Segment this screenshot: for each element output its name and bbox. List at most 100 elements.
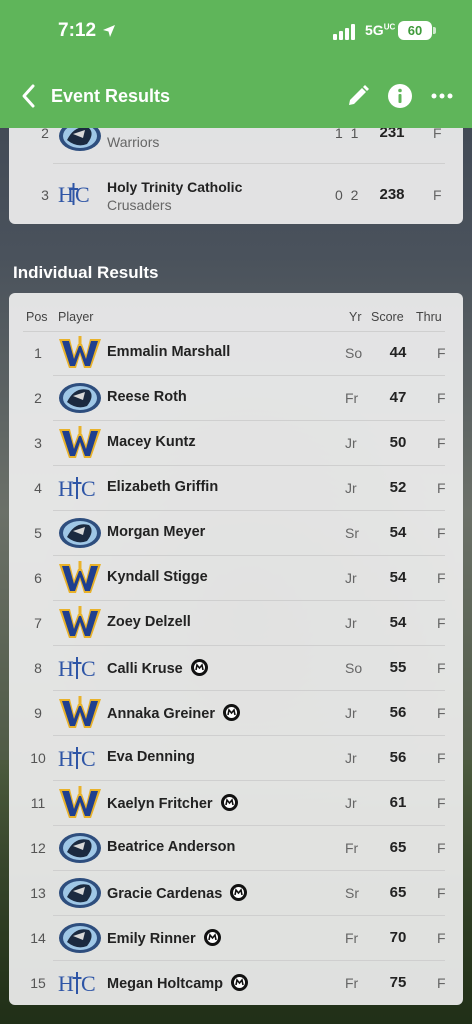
player-thru: F [437, 975, 446, 991]
player-row[interactable]: 14 Emily Rinner Fr 70 F [9, 916, 463, 961]
svg-text:C: C [81, 476, 96, 501]
player-score: 52 [389, 479, 407, 496]
player-thru: F [437, 930, 446, 946]
warriors-logo-icon [57, 380, 103, 416]
player-row[interactable]: 9 Annaka Greiner Jr 56 F [9, 691, 463, 736]
player-year: Jr [345, 435, 357, 451]
player-row[interactable]: 12 Beatrice Anderson Fr 65 F [9, 826, 463, 871]
team-mascot: Warriors [107, 134, 160, 150]
app-header: 7:12 5GUC 60 Event Results [0, 0, 472, 128]
player-year: Jr [345, 795, 357, 811]
player-name: Emmalin Marshall [107, 344, 231, 360]
player-name-cell: Annaka Greiner [107, 704, 240, 722]
player-row[interactable]: 5 Morgan Meyer Sr 54 F [9, 511, 463, 556]
player-name: Emily Rinner [107, 931, 196, 947]
w-logo-icon [57, 560, 103, 596]
milestone-badge-icon [203, 929, 221, 946]
player-row[interactable]: 15 H C Megan Holtcamp Fr 75 F [9, 961, 463, 1006]
player-score: 55 [389, 659, 407, 676]
player-name: Beatrice Anderson [107, 839, 236, 855]
team-mascot: Crusaders [107, 197, 172, 213]
status-bar: 7:12 5GUC 60 [0, 0, 472, 62]
cellular-signal-icon [333, 24, 355, 40]
individual-results-card: Pos Player Yr Score Thru 1 Emmalin Marsha… [9, 293, 463, 1005]
svg-text:H: H [58, 182, 74, 207]
col-head-thru: Thru [416, 310, 442, 324]
player-row[interactable]: 2 Reese Roth Fr 47 F [9, 376, 463, 421]
player-name-cell: Eva Denning [107, 749, 195, 765]
player-year: Fr [345, 930, 359, 946]
section-title: Individual Results [13, 263, 159, 282]
player-thru: F [437, 345, 446, 361]
player-year: Jr [345, 750, 357, 766]
htc-logo-icon: HC [57, 740, 103, 776]
row-divider [53, 163, 445, 164]
player-position: 15 [30, 975, 46, 991]
player-row[interactable]: 13 Gracie Cardenas Sr 65 F [9, 871, 463, 916]
player-score: 54 [389, 614, 407, 631]
player-row[interactable]: 11 Kaelyn Fritcher Jr 61 F [9, 781, 463, 826]
player-name: Elizabeth Griffin [107, 479, 219, 495]
player-name-cell: Emily Rinner [107, 929, 221, 947]
player-name: Reese Roth [107, 389, 187, 405]
player-position: 7 [34, 615, 42, 631]
team-row[interactable]: 3 H C Holy Trinity Catholic Crusaders 0 … [9, 170, 463, 218]
player-score: 50 [389, 434, 407, 451]
player-row[interactable]: 10 H C Eva Denning Jr 56 F [9, 736, 463, 781]
player-position: 8 [34, 660, 42, 676]
player-year: Fr [345, 840, 359, 856]
team-losses: 2 [350, 187, 359, 203]
info-icon[interactable] [388, 84, 412, 108]
team-score: 238 [379, 186, 405, 203]
player-year: So [345, 660, 363, 676]
htc-logo-icon: H C [58, 182, 90, 207]
svg-text:H: H [58, 971, 74, 996]
player-row[interactable]: 6 Kyndall Stigge Jr 54 F [9, 556, 463, 601]
player-thru: F [437, 795, 446, 811]
back-chevron-icon[interactable] [18, 82, 40, 110]
w-logo-icon [57, 425, 103, 461]
network-type: 5GUC [365, 22, 395, 38]
player-year: Sr [345, 885, 359, 901]
team-record: 0 2 [335, 187, 358, 203]
player-thru: F [437, 570, 446, 586]
player-name-cell: Beatrice Anderson [107, 839, 235, 855]
svg-text:H: H [58, 476, 74, 501]
player-row[interactable]: 3 Macey Kuntz Jr 50 F [9, 421, 463, 466]
team-position: 3 [41, 187, 49, 203]
warriors-logo-icon [57, 830, 103, 866]
player-thru: F [437, 390, 446, 406]
player-score: 47 [389, 389, 407, 406]
more-options-icon[interactable] [430, 88, 454, 104]
player-position: 3 [34, 435, 42, 451]
status-time: 7:12 [58, 20, 97, 41]
player-name: Gracie Cardenas [107, 886, 223, 902]
player-name: Morgan Meyer [107, 524, 206, 540]
milestone-badge-icon [230, 884, 248, 901]
player-name: Annaka Greiner [107, 706, 215, 722]
player-position: 2 [34, 390, 42, 406]
player-thru: F [437, 660, 446, 676]
player-row[interactable]: 1 Emmalin Marshall So 44 F [9, 331, 463, 376]
player-row[interactable]: 7 Zoey Delzell Jr 54 F [9, 601, 463, 646]
pencil-edit-icon[interactable] [346, 84, 370, 108]
player-name: Kaelyn Fritcher [107, 796, 213, 812]
player-name-cell: Macey Kuntz [107, 434, 196, 450]
player-row[interactable]: 4 H C Elizabeth Griffin Jr 52 F [9, 466, 463, 511]
htc-logo-icon: HC [57, 470, 103, 506]
player-row[interactable]: 8 H C Calli Kruse So 55 F [9, 646, 463, 691]
player-name: Zoey Delzell [107, 614, 191, 630]
nav-bar: Event Results [0, 72, 472, 120]
player-position: 12 [30, 840, 46, 856]
svg-text:C: C [75, 182, 90, 207]
w-logo-icon [57, 335, 103, 371]
player-name: Eva Denning [107, 749, 195, 765]
w-logo-icon [57, 785, 103, 821]
player-year: Sr [345, 525, 359, 541]
battery-tip [433, 27, 436, 34]
col-head-player: Player [58, 310, 94, 324]
player-year: Fr [345, 975, 359, 991]
player-position: 10 [30, 750, 46, 766]
svg-text:C: C [81, 971, 96, 996]
htc-logo-icon: HC [57, 650, 103, 686]
